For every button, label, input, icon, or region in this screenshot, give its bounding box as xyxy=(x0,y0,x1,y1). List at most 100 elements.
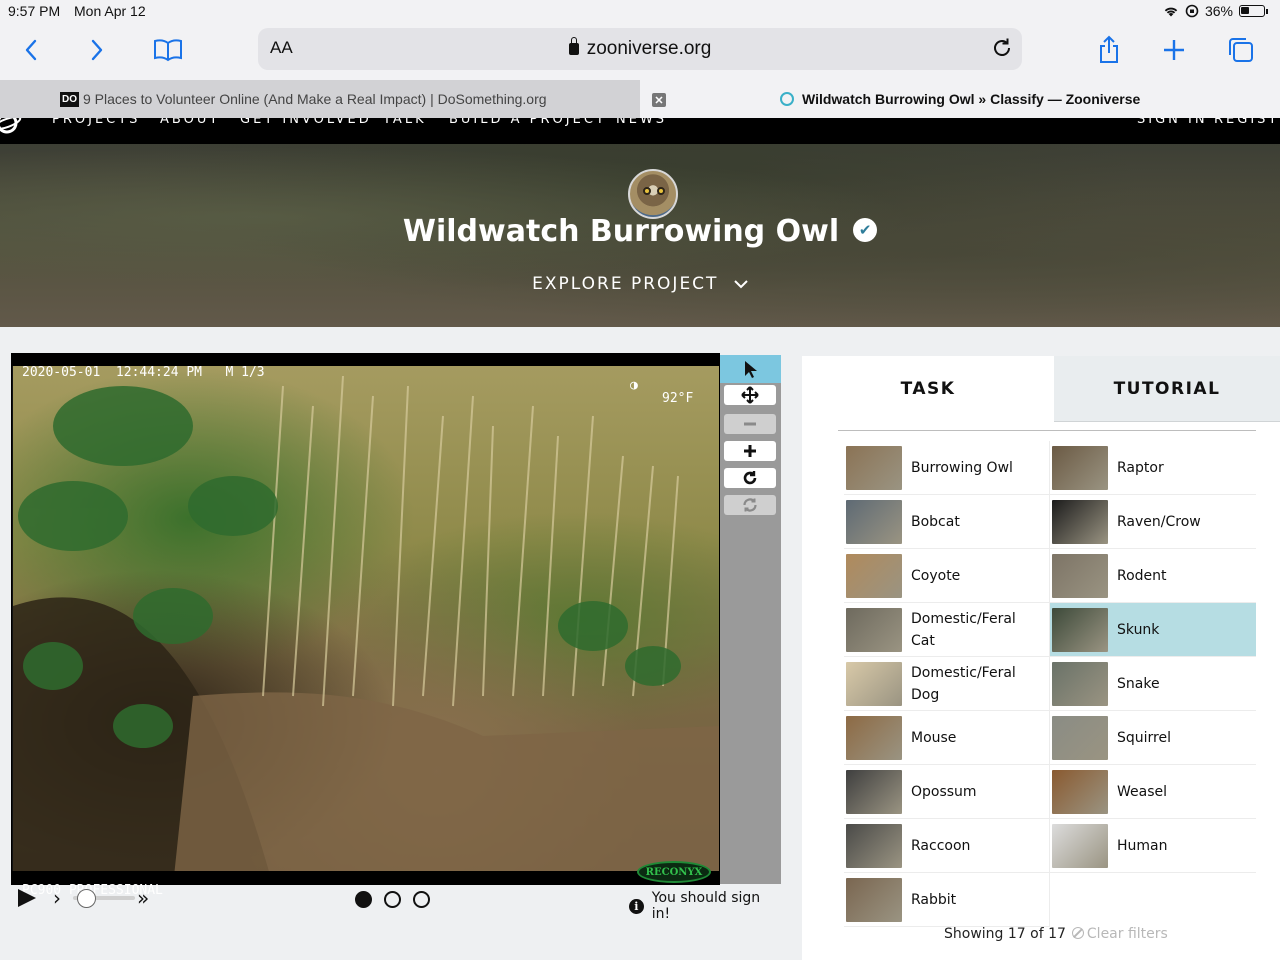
nav-get-involved[interactable]: GET INVOLVED xyxy=(240,118,372,127)
address-bar[interactable]: AA zooniverse.org xyxy=(258,28,1022,70)
status-date: Mon Apr 12 xyxy=(74,3,146,19)
choice-snake[interactable]: Snake xyxy=(1050,657,1256,711)
choice-label: Raccoon xyxy=(911,837,971,854)
nav-build-a-project[interactable]: BUILD A PROJECT xyxy=(449,118,607,127)
tab-strip: DO 9 Places to Volunteer Online (And Mak… xyxy=(0,80,1280,118)
reconyx-logo: RECONYX xyxy=(637,861,711,883)
choice-domestic-feral-dog[interactable]: Domestic/Feral Dog xyxy=(844,657,1050,711)
filter-status: Showing 17 of 17 Clear filters xyxy=(944,926,1168,942)
forward-icon[interactable] xyxy=(84,34,110,66)
camera-timestamp: 2020-05-01 12:44:24 PM M 1/3 xyxy=(22,365,265,380)
camera-trap-image[interactable] xyxy=(13,366,719,873)
dosomething-favicon-icon: DO xyxy=(60,91,79,107)
back-icon[interactable] xyxy=(18,34,44,66)
choice-label: Bobcat xyxy=(911,513,960,530)
human-thumbnail xyxy=(1052,823,1108,868)
vegetation-illustration xyxy=(13,375,719,873)
reload-icon[interactable] xyxy=(990,36,1014,64)
zooniverse-favicon-icon xyxy=(780,92,794,106)
battery-icon xyxy=(1239,5,1265,17)
raptor-thumbnail xyxy=(1052,445,1108,490)
rodent-thumbnail xyxy=(1052,553,1108,598)
explore-project-menu[interactable]: EXPLORE PROJECT xyxy=(0,274,1280,294)
choice-rodent[interactable]: Rodent xyxy=(1050,549,1256,603)
status-time: 9:57 PM xyxy=(8,3,61,19)
close-tab-icon[interactable]: ✕ xyxy=(652,93,666,107)
status-bar: 9:57 PM Mon Apr 12 36% xyxy=(0,0,1280,24)
project-title-row: Wildwatch Burrowing Owl ✔ xyxy=(0,214,1280,249)
zoom-out-button[interactable] xyxy=(724,414,776,434)
choice-squirrel[interactable]: Squirrel xyxy=(1050,711,1256,765)
choice-opossum[interactable]: Opossum xyxy=(844,765,1050,819)
tab-zooniverse[interactable]: ✕ Wildwatch Burrowing Owl » Classify — Z… xyxy=(640,80,1280,118)
nav-register[interactable]: REGISTE xyxy=(1214,118,1280,127)
choice-label: Skunk xyxy=(1117,621,1160,638)
choice-bobcat[interactable]: Bobcat xyxy=(844,495,1050,549)
choice-label: Opossum xyxy=(911,783,977,800)
raccoon-thumbnail xyxy=(846,823,902,868)
sign-in-note: i You should sign in! xyxy=(629,890,781,922)
camera-info-top: 2020-05-01 12:44:24 PM M 1/3 ◑ 92°F xyxy=(12,353,719,405)
choice-label: Domestic/Feral Dog xyxy=(911,664,1016,703)
project-header: Wildwatch Burrowing Owl ✔ EXPLORE PROJECT xyxy=(0,144,1280,327)
move-tool-button[interactable] xyxy=(724,385,776,405)
nav-sign-in[interactable]: SIGN IN xyxy=(1137,118,1208,127)
reset-view-button[interactable] xyxy=(724,495,776,515)
bobcat-thumbnail xyxy=(846,499,902,544)
frame-2-dot[interactable] xyxy=(384,891,401,908)
choice-raven-crow[interactable]: Raven/Crow xyxy=(1050,495,1256,549)
nav-news[interactable]: NEWS xyxy=(616,118,667,127)
clear-filters-button[interactable]: Clear filters xyxy=(1071,926,1168,942)
divider xyxy=(838,430,1256,431)
choice-burrowing-owl[interactable]: Burrowing Owl xyxy=(844,441,1050,495)
project-title[interactable]: Wildwatch Burrowing Owl xyxy=(403,214,839,249)
choice-label: Snake xyxy=(1117,675,1160,692)
choice-skunk[interactable]: Skunk xyxy=(1050,603,1256,657)
choice-mouse[interactable]: Mouse xyxy=(844,711,1050,765)
choice-label: Burrowing Owl xyxy=(911,459,1013,476)
bookmarks-icon[interactable] xyxy=(152,34,184,66)
choice-human[interactable]: Human xyxy=(1050,819,1256,873)
nav-talk[interactable]: TALK xyxy=(383,118,427,127)
status-indicators: 36% xyxy=(1163,3,1268,19)
frame-1-dot[interactable] xyxy=(355,891,372,908)
frame-3-dot[interactable] xyxy=(413,891,430,908)
tab-title: Wildwatch Burrowing Owl » Classify — Zoo… xyxy=(802,91,1141,107)
choice-weasel[interactable]: Weasel xyxy=(1050,765,1256,819)
choice-rabbit[interactable]: Rabbit xyxy=(844,873,1050,927)
choice-label: Raven/Crow xyxy=(1117,513,1201,530)
nav-projects[interactable]: PROJECTS xyxy=(52,118,140,127)
choice-label: Raptor xyxy=(1117,459,1164,476)
choice-label: Coyote xyxy=(911,567,961,584)
snake-thumbnail xyxy=(1052,661,1108,706)
zooniverse-logo-icon[interactable] xyxy=(0,118,22,138)
nav-about[interactable]: ABOUT xyxy=(160,118,220,127)
subject-viewer[interactable]: 2020-05-01 12:44:24 PM M 1/3 ◑ 92°F PC90… xyxy=(11,353,720,897)
burrowing-owl-thumbnail xyxy=(846,445,902,490)
share-icon[interactable] xyxy=(1096,34,1122,66)
tab-tutorial[interactable]: TUTORIAL xyxy=(1054,356,1280,422)
choice-label: Rabbit xyxy=(911,891,957,908)
fast-forward-icon[interactable]: » xyxy=(137,886,149,910)
pointer-tool-button[interactable] xyxy=(720,355,781,383)
raven-crow-thumbnail xyxy=(1052,499,1108,544)
project-avatar[interactable] xyxy=(628,169,678,219)
rotate-button[interactable] xyxy=(724,468,776,488)
cursor-arrow-icon xyxy=(744,361,757,378)
choice-raccoon[interactable]: Raccoon xyxy=(844,819,1050,873)
squirrel-thumbnail xyxy=(1052,715,1108,760)
play-icon[interactable] xyxy=(18,889,36,907)
speed-slider-handle[interactable] xyxy=(77,889,96,908)
choice-coyote[interactable]: Coyote xyxy=(844,549,1050,603)
choice-raptor[interactable]: Raptor xyxy=(1050,441,1256,495)
plus-icon xyxy=(744,445,756,457)
tab-task[interactable]: TASK xyxy=(802,356,1054,422)
choice-domestic-feral-cat[interactable]: Domestic/Feral Cat xyxy=(844,603,1050,657)
tab-dosomething[interactable]: DO 9 Places to Volunteer Online (And Mak… xyxy=(0,80,640,118)
step-forward-icon[interactable]: › xyxy=(53,886,61,910)
zoom-in-button[interactable] xyxy=(724,441,776,461)
url-display[interactable]: zooniverse.org xyxy=(258,37,1022,60)
moon-phase-icon: ◑ xyxy=(630,378,638,393)
new-tab-icon[interactable] xyxy=(1160,34,1188,66)
tab-overview-icon[interactable] xyxy=(1226,34,1256,66)
